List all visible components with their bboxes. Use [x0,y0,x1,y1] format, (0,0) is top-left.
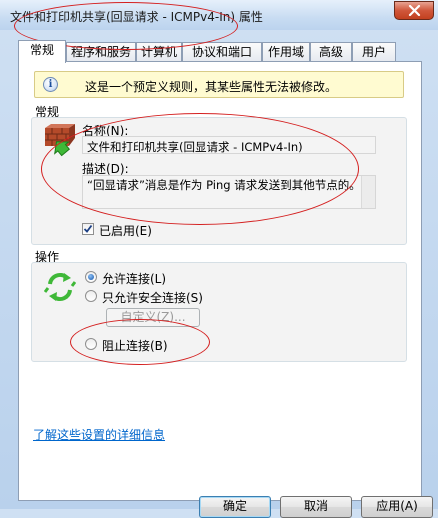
learn-more-link[interactable]: 了解这些设置的详细信息 [33,426,165,443]
customize-button[interactable]: 自定义(Z)... [106,308,200,327]
tab-general[interactable]: 常规 [18,40,66,63]
close-icon [408,5,421,16]
general-group: 名称(N): 文件和打印机共享(回显请求 - ICMPv4-In) 描述(D):… [31,117,407,245]
watermark-text: Bai 经验 [355,470,406,485]
enabled-checkbox[interactable] [82,223,94,235]
allow-connection-label: 允许连接(L) [102,272,167,286]
title-bar[interactable]: 文件和打印机共享(回显请求 - ICMPv4-In) 属性 [0,0,438,30]
info-bar: i 这是一个预定义规则，其某些属性无法被修改。 [34,71,404,98]
tab-panel-general: i 这是一个预定义规则，其某些属性无法被修改。 常规 名称(N): 文件和打印机… [18,61,422,501]
tab-protocols-ports[interactable]: 协议和端口 [182,42,262,61]
info-text: 这是一个预定义规则，其某些属性无法被修改。 [85,80,338,94]
block-connection-label: 阻止连接(B) [102,339,168,353]
tab-computers[interactable]: 计算机 [136,42,182,61]
description-scrollbar[interactable] [361,176,375,208]
name-field[interactable]: 文件和打印机共享(回显请求 - ICMPv4-In) [82,136,376,154]
enabled-label: 已启用(E) [99,224,152,238]
description-text: “回显请求”消息是作为 Ping 请求发送到其他节点的。 [87,178,361,192]
tab-strip: 常规 程序和服务 计算机 协议和端口 作用域 高级 用户 [18,40,438,63]
info-icon: i [43,77,58,92]
checkmark-icon [83,224,93,233]
window-title: 文件和打印机共享(回显请求 - ICMPv4-In) 属性 [10,10,263,24]
tab-scope[interactable]: 作用域 [262,42,310,61]
close-button[interactable] [394,1,434,20]
firewall-rule-icon [45,124,75,157]
allow-secure-radio[interactable] [85,290,97,302]
tab-programs-services[interactable]: 程序和服务 [66,42,136,61]
allow-secure-label: 只允许安全连接(S) [102,291,203,305]
block-connection-radio[interactable] [85,338,97,350]
tab-advanced[interactable]: 高级 [310,42,352,61]
cancel-button[interactable]: 取消 [280,496,352,518]
ok-button[interactable]: 确定 [199,496,271,518]
allow-connection-radio[interactable] [85,271,97,283]
apply-button[interactable]: 应用(A) [361,496,433,518]
description-field[interactable]: “回显请求”消息是作为 Ping 请求发送到其他节点的。 [82,175,376,209]
green-arrows-icon [44,272,76,302]
properties-dialog: 文件和打印机共享(回显请求 - ICMPv4-In) 属性 常规 程序和服务 计… [0,0,438,518]
action-group: 允许连接(L) 只允许安全连接(S) 自定义(Z)... 阻止连接(B) [31,262,407,362]
tab-users[interactable]: 用户 [352,42,396,61]
